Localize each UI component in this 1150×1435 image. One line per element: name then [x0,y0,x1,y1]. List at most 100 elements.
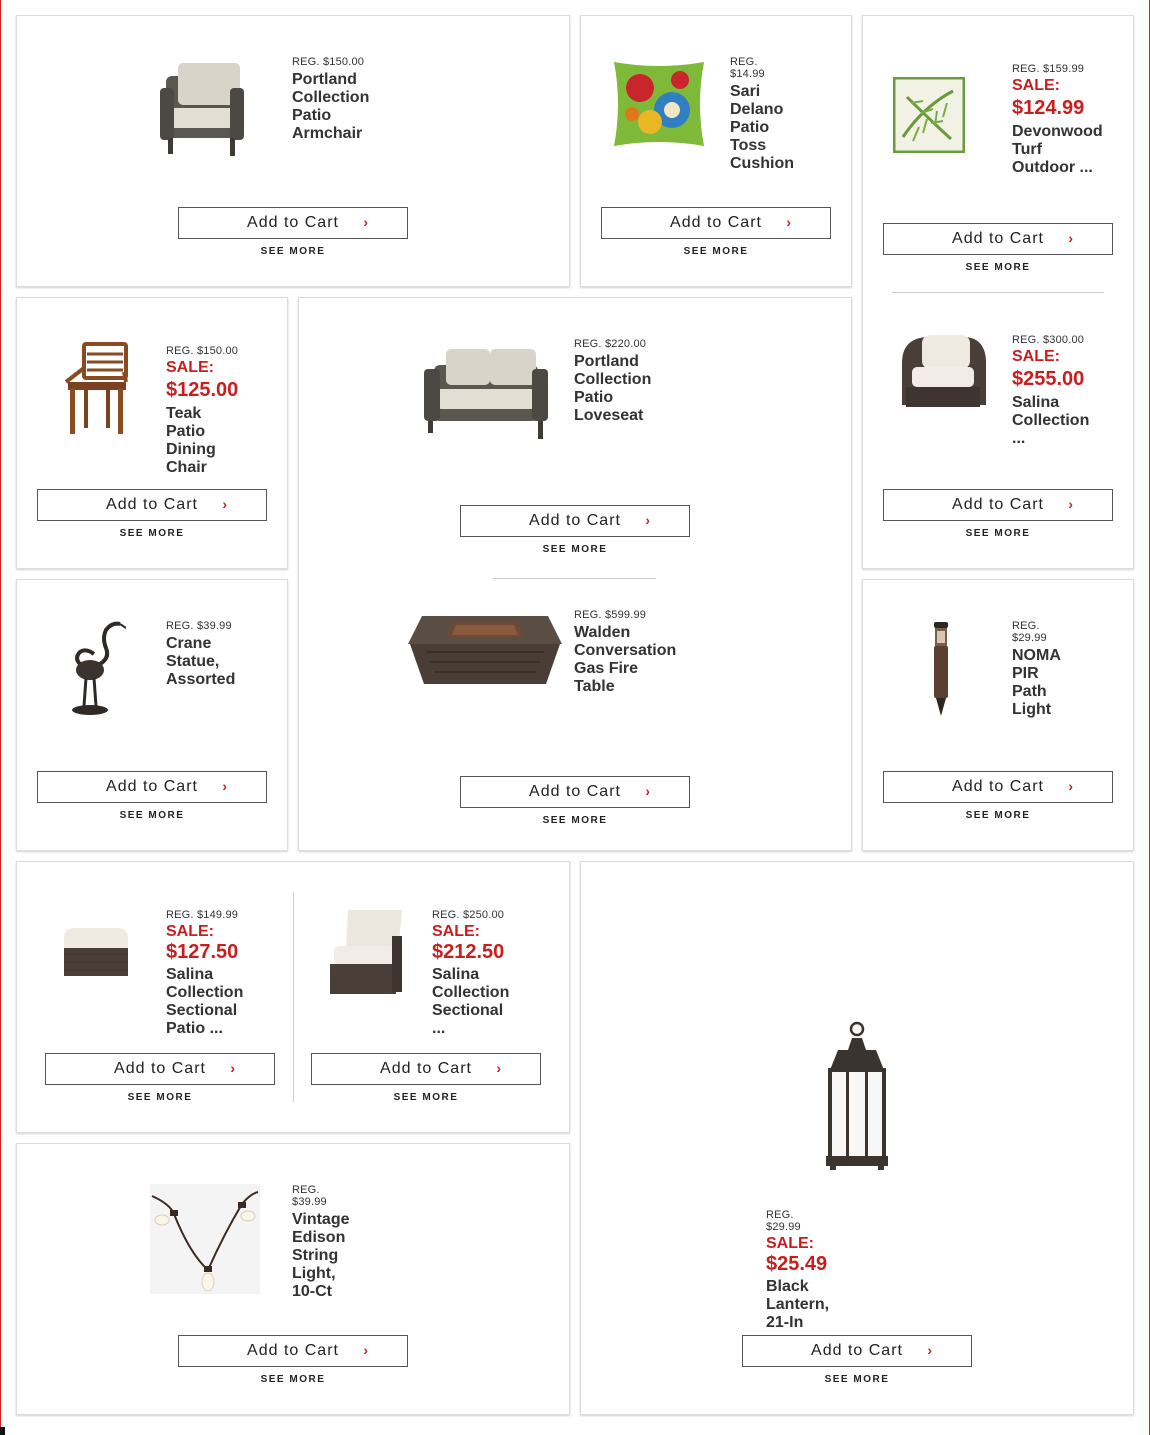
see-more-link[interactable]: SEE MORE [178,1374,408,1385]
regular-price: REG. $29.99 [1012,620,1047,644]
regular-price: REG. $39.99 [166,620,232,632]
add-to-cart-button[interactable]: Add to Cart › [601,207,831,239]
divider [493,578,656,579]
chevron-right-icon: › [645,783,651,799]
sale-label: SALE: [1012,348,1060,365]
ottoman-image[interactable] [60,924,132,989]
chevron-right-icon: › [222,778,228,794]
add-to-cart-button[interactable]: Add to Cart › [45,1053,275,1085]
product-name[interactable]: Path Light [1012,683,1060,719]
sale-price: $125.00 [166,379,239,401]
fire-table-image[interactable] [406,614,564,695]
left-red-border [0,0,1,1435]
sale-price: $127.50 [166,941,239,963]
sale-price: $25.49 [766,1253,828,1275]
product-name[interactable]: Portland Collection [292,71,369,107]
sale-label: SALE: [766,1235,814,1252]
chevron-right-icon: › [1068,496,1074,512]
path-light-image[interactable] [930,620,952,723]
see-more-link[interactable]: SEE MORE [460,544,690,555]
product-name[interactable]: Salina [1012,394,1089,412]
regular-price: REG. $250.00 [432,909,505,921]
chevron-right-icon: › [222,496,228,512]
regular-price: REG. $149.99 [166,909,239,921]
see-more-link[interactable]: SEE MORE [601,246,831,257]
regular-price: REG. $150.00 [166,345,239,357]
product-name[interactable]: Turf Outdoor ... [1012,141,1103,177]
sale-label: SALE: [1012,77,1060,94]
chevron-right-icon: › [1068,230,1074,246]
chevron-right-icon: › [230,1060,236,1076]
product-name[interactable]: Salina Collection [432,966,509,1002]
product-name[interactable]: Salina Collection [166,966,243,1002]
product-name[interactable]: Assorted [166,671,235,689]
product-name[interactable]: Crane Statue, [166,635,235,671]
add-to-cart-button[interactable]: Add to Cart › [37,489,267,521]
see-more-link[interactable]: SEE MORE [883,262,1113,273]
turf-rug-image[interactable] [892,76,966,158]
loveseat-image[interactable] [420,345,550,448]
regular-price: REG. $599.99 [574,609,647,621]
sale-price: $124.99 [1012,97,1085,119]
product-name[interactable]: Sectional Patio ... [166,1002,243,1038]
add-to-cart-button[interactable]: Add to Cart › [178,1335,408,1367]
see-more-link[interactable]: SEE MORE [742,1374,972,1385]
add-to-cart-button[interactable]: Add to Cart › [742,1335,972,1367]
product-name[interactable]: Collection ... [1012,412,1089,448]
sale-price: $255.00 [1012,368,1085,390]
product-name[interactable]: Light, 10-Ct [292,1265,350,1301]
chevron-right-icon: › [1068,778,1074,794]
regular-price: REG. $39.99 [292,1184,327,1208]
teak-chair-image[interactable] [62,342,132,442]
crane-statue-image[interactable] [66,620,127,723]
regular-price: REG. $14.99 [730,56,765,80]
see-more-link[interactable]: SEE MORE [37,528,267,539]
add-to-cart-button[interactable]: Add to Cart › [311,1053,541,1085]
sale-label: SALE: [432,923,480,940]
divider [892,292,1104,293]
product-name[interactable]: Portland Collection [574,353,651,389]
sale-label: SALE: [166,923,214,940]
add-to-cart-button[interactable]: Add to Cart › [37,771,267,803]
product-name[interactable]: NOMA PIR [1012,647,1060,683]
product-name[interactable]: Teak Patio [166,405,238,441]
product-name[interactable]: Sectional ... [432,1002,509,1038]
lantern-image[interactable] [826,1020,888,1177]
product-name[interactable]: Sari Delano [730,83,794,119]
see-more-link[interactable]: SEE MORE [883,528,1113,539]
regular-price: REG. $220.00 [574,338,647,350]
chevron-right-icon: › [363,214,369,230]
armchair-image[interactable] [156,58,246,168]
product-name[interactable]: Cushion [730,155,794,173]
product-name[interactable]: Walden Conversation [574,624,676,660]
add-to-cart-button[interactable]: Add to Cart › [460,776,690,808]
product-name[interactable]: Patio Loveseat [574,389,651,425]
add-to-cart-button[interactable]: Add to Cart › [460,505,690,537]
cushion-image[interactable] [610,58,708,155]
chevron-right-icon: › [363,1342,369,1358]
edison-light-image[interactable] [150,1184,260,1299]
product-name[interactable]: Black Lantern, 21-In [766,1278,829,1332]
regular-price: REG. $300.00 [1012,334,1085,346]
regular-price: REG. $29.99 [766,1209,801,1233]
product-name[interactable]: Vintage Edison String [292,1211,350,1265]
product-name[interactable]: Patio Armchair [292,107,369,143]
see-more-link[interactable]: SEE MORE [45,1092,275,1103]
see-more-link[interactable]: SEE MORE [37,810,267,821]
add-to-cart-button[interactable]: Add to Cart › [883,489,1113,521]
see-more-link[interactable]: SEE MORE [883,810,1113,821]
product-name[interactable]: Devonwood [1012,123,1103,141]
see-more-link[interactable]: SEE MORE [460,815,690,826]
see-more-link[interactable]: SEE MORE [311,1092,541,1103]
salina-chair-image[interactable] [896,333,990,418]
product-name[interactable]: Patio Toss [730,119,794,155]
add-to-cart-button[interactable]: Add to Cart › [883,771,1113,803]
add-to-cart-button[interactable]: Add to Cart › [178,207,408,239]
see-more-link[interactable]: SEE MORE [178,246,408,257]
sale-price: $212.50 [432,941,505,963]
product-name[interactable]: Dining Chair [166,441,238,477]
add-to-cart-button[interactable]: Add to Cart › [883,223,1113,255]
sectional-image[interactable] [326,906,406,1003]
chevron-right-icon: › [645,512,651,528]
product-name[interactable]: Gas Fire Table [574,660,676,696]
